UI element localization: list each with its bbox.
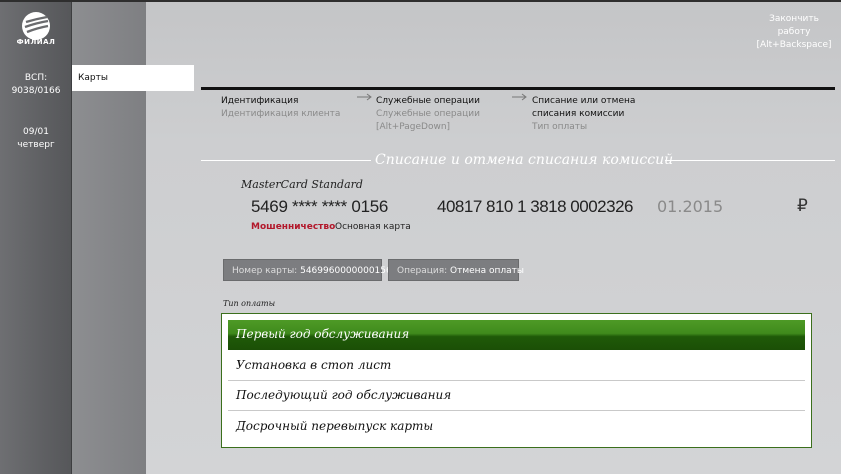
payment-type-list: Первый год обслуживания Установка в стоп…: [221, 313, 812, 448]
step-title: Служебные операции: [376, 96, 480, 106]
section-divider-left: [201, 160, 371, 161]
account-number: 40817 810 1 3818 0002326: [437, 197, 633, 216]
step-commission[interactable]: Списание или отмена списания комиссии Ти…: [532, 95, 635, 134]
step-identification[interactable]: Идентификация Идентификация клиента: [221, 95, 340, 121]
step-subtitle: Тип оплаты: [532, 122, 588, 132]
vsp-info: ВСП: 9038/0166: [0, 72, 72, 98]
chip-label: Операция:: [397, 266, 448, 276]
step-subtitle: Служебные операции: [376, 109, 480, 119]
card-status-badge: Мошенничество: [251, 222, 336, 232]
section-title: Списание и отмена списания комиссий: [375, 152, 674, 168]
card-role: Основная карта: [335, 222, 411, 232]
card-expiry: 01.2015: [657, 197, 724, 216]
step-arrow-icon: [512, 93, 528, 101]
payment-option-early-reissue[interactable]: Досрочный перевыпуск карты: [228, 412, 805, 442]
logout-line1: Закончить: [769, 14, 819, 24]
chip-value: 5469960000000156: [300, 266, 392, 276]
logout-button[interactable]: Закончить работу [Alt+Backspace]: [752, 13, 836, 52]
date-value: 09/01: [23, 127, 49, 137]
section-divider-right: [665, 160, 835, 161]
card-type: MasterCard Standard: [241, 178, 363, 191]
payment-option-first-year[interactable]: Первый год обслуживания: [228, 320, 805, 350]
card-number: 5469 **** **** 0156: [251, 197, 389, 216]
step-subtitle: Идентификация клиента: [221, 109, 341, 119]
date-info: 09/01 четверг: [0, 126, 72, 152]
operation-chip: Операция: Отмена оплаты: [388, 259, 524, 281]
logout-line2: работу: [777, 27, 811, 37]
card-number-chip: Номер карты: 5469960000000156: [223, 259, 392, 281]
vsp-value: 9038/0166: [11, 86, 61, 96]
header-divider: [201, 87, 835, 90]
step-title-line2: списания комиссии: [532, 109, 625, 119]
payment-option-stop-list[interactable]: Установка в стоп лист: [228, 351, 805, 381]
step-service-operations[interactable]: Служебные операции Служебные операции [A…: [376, 95, 480, 134]
menu-item-cards[interactable]: Карты: [72, 65, 194, 91]
left-rail: ФИЛИАЛ ВСП: 9038/0166 09/01 четверг: [0, 2, 72, 474]
currency-symbol: ₽: [797, 196, 808, 216]
logout-hotkey: [Alt+Backspace]: [756, 40, 832, 50]
payment-option-next-year[interactable]: Последующий год обслуживания: [228, 381, 805, 411]
weekday: четверг: [17, 140, 55, 150]
step-title: Идентификация: [221, 96, 299, 106]
step-title-line1: Списание или отмена: [532, 96, 636, 106]
vsp-label: ВСП:: [24, 73, 48, 83]
payment-type-label: Тип оплаты: [223, 299, 276, 308]
step-hotkey: [Alt+PageDown]: [376, 122, 451, 132]
branch-label: ФИЛИАЛ: [16, 38, 56, 46]
step-arrow-icon: [357, 93, 373, 101]
chip-label: Номер карты:: [232, 266, 298, 276]
chip-value: Отмена оплаты: [450, 266, 524, 276]
